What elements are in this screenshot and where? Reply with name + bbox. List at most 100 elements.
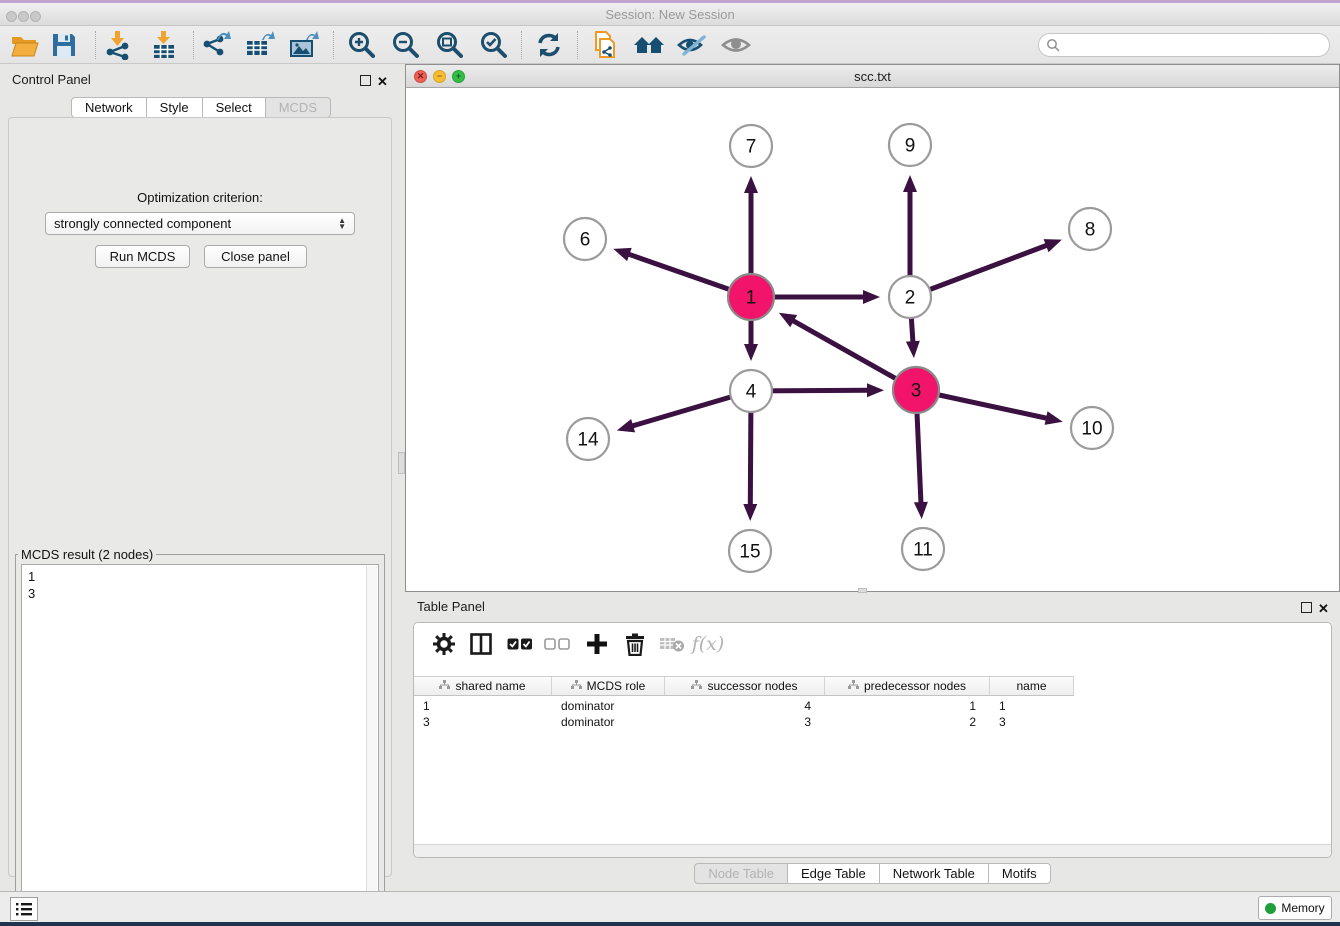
mcds-panel: Optimization criterion: strongly connect… <box>8 117 392 877</box>
arrowhead-icon <box>906 341 920 358</box>
function-builder-icon[interactable]: f(x) <box>692 629 724 659</box>
mcds-result-text[interactable]: 13 <box>21 564 379 916</box>
network-window-titlebar[interactable]: ✕ − + scc.txt <box>406 65 1339 88</box>
tab-network[interactable]: Network <box>71 97 147 118</box>
close-table-panel-icon[interactable]: ✕ <box>1318 602 1329 615</box>
float-panel-icon[interactable] <box>360 75 371 86</box>
graph-node-label: 6 <box>580 230 591 251</box>
arrowhead-icon <box>914 502 928 519</box>
table-cell[interactable]: dominator <box>552 698 665 714</box>
table-cell[interactable]: 4 <box>665 698 825 714</box>
select-all-icon[interactable] <box>504 629 536 659</box>
node-table-header: shared nameMCDS rolesuccessor nodesprede… <box>414 676 1074 696</box>
table-row[interactable]: 3dominator323 <box>414 714 1074 730</box>
scrollbar[interactable] <box>366 566 377 916</box>
toolbar-separator <box>95 31 96 59</box>
memory-button[interactable]: Memory <box>1258 896 1332 920</box>
import-network-icon[interactable] <box>100 29 136 61</box>
desktop-edge <box>0 922 1340 926</box>
table-cell[interactable]: dominator <box>552 714 665 730</box>
close-panel-button[interactable]: Close panel <box>204 245 307 268</box>
table-cell[interactable]: 1 <box>990 698 1074 714</box>
toolbar-separator <box>521 31 522 59</box>
tab-style[interactable]: Style <box>147 97 203 118</box>
column-header-shared-name[interactable]: shared name <box>414 677 552 695</box>
table-cell[interactable]: 1 <box>825 698 990 714</box>
add-column-icon[interactable] <box>581 629 613 659</box>
show-elements-icon[interactable] <box>718 29 754 61</box>
refresh-view-icon[interactable] <box>531 29 567 61</box>
table-cell[interactable]: 1 <box>414 698 552 714</box>
run-mcds-button[interactable]: Run MCDS <box>95 245 190 268</box>
titlebar[interactable]: Session: New Session <box>0 3 1340 26</box>
hierarchy-icon <box>439 679 450 693</box>
tab-mcds[interactable]: MCDS <box>266 97 331 118</box>
tab-node-table[interactable]: Node Table <box>694 863 788 884</box>
close-panel-icon[interactable]: ✕ <box>377 75 388 88</box>
home-views-icon[interactable] <box>631 29 667 61</box>
graph-node-label: 15 <box>739 542 760 563</box>
float-table-panel-icon[interactable] <box>1301 602 1312 613</box>
split-view-icon[interactable] <box>465 629 497 659</box>
column-header-MCDS-role[interactable]: MCDS role <box>552 677 665 695</box>
view-splitter-handle[interactable] <box>858 588 867 593</box>
mcds-result-line: 1 <box>28 568 378 585</box>
export-image-icon[interactable] <box>286 29 322 61</box>
deselect-all-icon[interactable] <box>541 629 573 659</box>
arrowhead-icon <box>617 419 635 432</box>
table-panel-title: Table Panel <box>417 599 485 614</box>
tab-network-table[interactable]: Network Table <box>880 863 989 884</box>
graph-node-label: 9 <box>905 136 916 157</box>
hierarchy-icon <box>848 679 859 693</box>
hide-elements-icon[interactable] <box>674 29 710 61</box>
network-view-window: ✕ − + scc.txt 7968124314101511 <box>405 64 1340 592</box>
search-box[interactable] <box>1038 33 1330 57</box>
table-cell[interactable]: 3 <box>990 714 1074 730</box>
dropdown-stepper-icon: ▲▼ <box>338 218 346 230</box>
open-session-icon[interactable] <box>6 29 42 61</box>
zoom-fit-icon[interactable] <box>432 29 468 61</box>
session-title: Session: New Session <box>0 7 1340 22</box>
save-session-icon[interactable] <box>46 29 82 61</box>
mcds-result-line: 3 <box>28 585 378 602</box>
search-input[interactable] <box>1060 38 1329 52</box>
graph-node-label: 7 <box>746 137 757 158</box>
zoom-selected-icon[interactable] <box>476 29 512 61</box>
graph-node-label: 11 <box>913 540 933 561</box>
column-header-predecessor-nodes[interactable]: predecessor nodes <box>825 677 990 695</box>
tab-motifs[interactable]: Motifs <box>989 863 1051 884</box>
delete-column-icon[interactable] <box>619 629 651 659</box>
hierarchy-icon <box>691 679 702 693</box>
column-header-name[interactable]: name <box>990 677 1074 695</box>
network-window-title: scc.txt <box>406 69 1339 84</box>
mcds-result-title: MCDS result (2 nodes) <box>18 547 156 562</box>
copy-paste-style-icon[interactable] <box>587 29 623 61</box>
main-toolbar <box>0 26 1340 64</box>
graph-node-label: 8 <box>1085 220 1096 241</box>
export-table-icon[interactable] <box>242 29 278 61</box>
table-row[interactable]: 1dominator411 <box>414 698 1074 714</box>
tab-select[interactable]: Select <box>203 97 266 118</box>
horizontal-scrollbar[interactable] <box>414 844 1331 857</box>
mcds-result-group: MCDS result (2 nodes) 13 <box>15 547 385 925</box>
column-header-successor-nodes[interactable]: successor nodes <box>665 677 825 695</box>
table-cell[interactable]: 2 <box>825 714 990 730</box>
zoom-out-icon[interactable] <box>388 29 424 61</box>
network-canvas[interactable]: 7968124314101511 <box>406 88 1339 591</box>
export-network-icon[interactable] <box>198 29 234 61</box>
import-table-icon[interactable] <box>146 29 182 61</box>
status-bar: Memory <box>0 891 1340 922</box>
delete-table-icon[interactable] <box>656 629 688 659</box>
table-cell[interactable]: 3 <box>665 714 825 730</box>
arrowhead-icon <box>743 504 757 521</box>
graph-edge-2-8[interactable] <box>910 245 1048 297</box>
zoom-in-icon[interactable] <box>344 29 380 61</box>
criterion-dropdown[interactable]: strongly connected component ▲▼ <box>45 212 355 235</box>
panel-splitter-handle[interactable] <box>398 452 405 474</box>
tab-edge-table[interactable]: Edge Table <box>788 863 880 884</box>
application-window: Session: New Session <box>0 0 1340 926</box>
list-icon <box>15 901 33 917</box>
task-list-button[interactable] <box>10 897 38 921</box>
table-cell[interactable]: 3 <box>414 714 552 730</box>
settings-gear-icon[interactable] <box>428 629 460 659</box>
